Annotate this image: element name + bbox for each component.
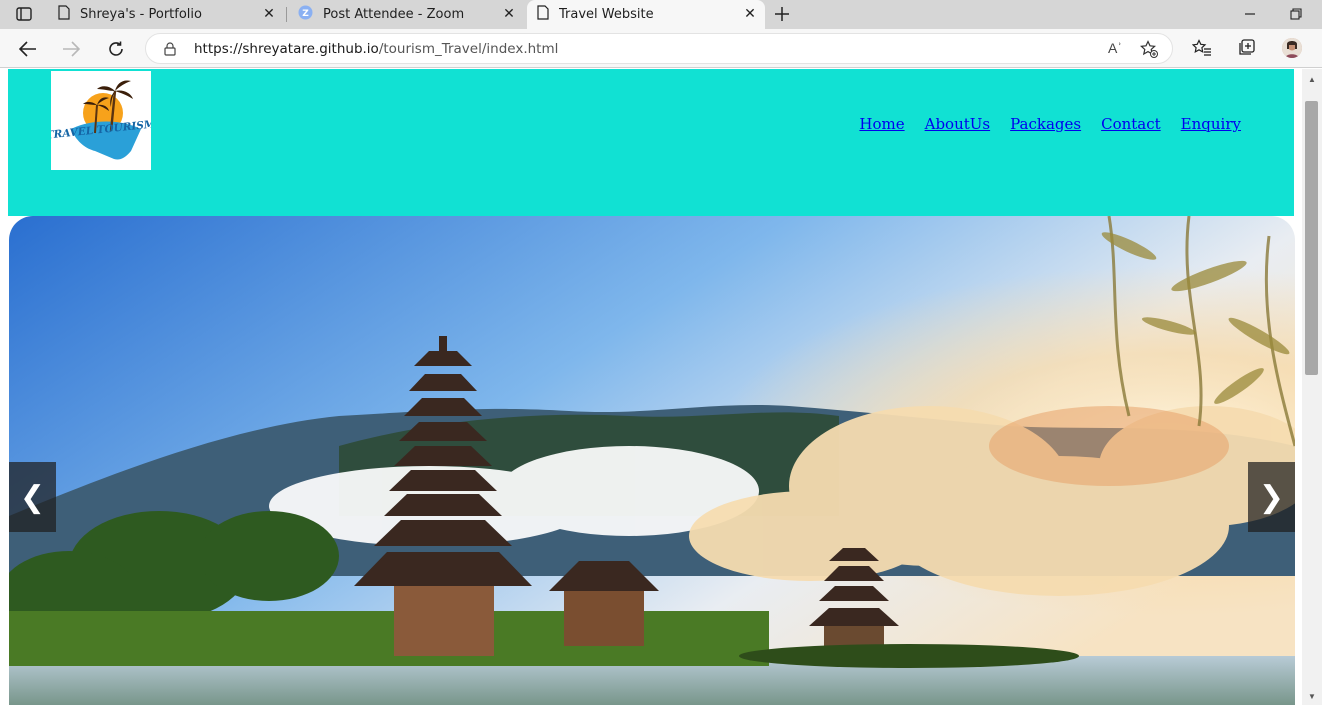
scroll-up-icon[interactable]: ▲ — [1308, 75, 1316, 84]
close-icon[interactable]: ✕ — [262, 6, 276, 22]
nav-link-contact[interactable]: Contact — [1101, 115, 1161, 133]
main-nav: Home AboutUs Packages Contact Enquiry — [859, 115, 1241, 133]
nav-link-packages[interactable]: Packages — [1010, 115, 1081, 133]
favorites-icon[interactable] — [1191, 37, 1213, 59]
tab-bar: Shreya's - Portfolio ✕ Z Post Attendee -… — [0, 0, 1322, 29]
lock-icon[interactable] — [164, 42, 176, 61]
slider-prev-button[interactable]: ❮ — [9, 462, 56, 532]
tab-separator — [286, 7, 287, 22]
nav-link-enquiry[interactable]: Enquiry — [1181, 115, 1241, 133]
url-path: /tourism_Travel/index.html — [378, 41, 559, 57]
restore-icon[interactable] — [1286, 4, 1306, 24]
slide-image-bali-temple — [9, 216, 1295, 705]
page-icon — [537, 5, 549, 24]
page-viewport: TRAVEL TOURISM Home AboutUs Packages Con… — [0, 69, 1302, 705]
zoom-icon: Z — [298, 5, 313, 24]
scroll-thumb[interactable] — [1305, 101, 1318, 375]
scroll-down-icon[interactable]: ▼ — [1308, 692, 1316, 701]
refresh-icon[interactable] — [103, 36, 129, 62]
site-logo[interactable]: TRAVEL TOURISM — [45, 71, 156, 170]
url-text[interactable]: https://shreyatare.github.io/tourism_Tra… — [194, 41, 558, 57]
vertical-scrollbar[interactable]: ▲ ▼ — [1302, 69, 1322, 705]
tab-zoom[interactable]: Z Post Attendee - Zoom ✕ — [288, 0, 524, 29]
tab-title: Travel Website — [559, 7, 654, 22]
minimize-icon[interactable] — [1240, 4, 1260, 24]
tab-title: Shreya's - Portfolio — [80, 7, 202, 22]
forward-arrow-icon[interactable] — [58, 36, 84, 62]
collections-icon[interactable] — [1235, 37, 1257, 59]
page-icon — [58, 5, 70, 24]
profile-avatar[interactable] — [1282, 38, 1302, 58]
url-host: https://shreyatare.github.io — [194, 41, 379, 57]
add-favorite-icon[interactable] — [1140, 40, 1158, 63]
tab-title: Post Attendee - Zoom — [323, 7, 465, 22]
tab-portfolio[interactable]: Shreya's - Portfolio ✕ — [48, 0, 284, 29]
nav-link-aboutus[interactable]: AboutUs — [925, 115, 991, 133]
tab-travel-website[interactable]: Travel Website ✕ — [527, 0, 765, 29]
close-icon[interactable]: ✕ — [502, 6, 516, 22]
read-aloud-icon[interactable]: Aʾ — [1108, 40, 1122, 56]
image-slider: ❮ ❯ — [9, 216, 1295, 705]
address-bar: https://shreyatare.github.io/tourism_Tra… — [0, 29, 1322, 68]
url-field[interactable]: https://shreyatare.github.io/tourism_Tra… — [145, 33, 1173, 64]
nav-link-home[interactable]: Home — [859, 115, 904, 133]
back-arrow-icon[interactable] — [15, 36, 41, 62]
new-tab-button[interactable] — [770, 3, 794, 25]
svg-text:Z: Z — [302, 9, 309, 19]
site-header: TRAVEL TOURISM Home AboutUs Packages Con… — [8, 69, 1294, 216]
tab-actions-icon[interactable] — [8, 3, 40, 25]
close-icon[interactable]: ✕ — [743, 6, 757, 22]
slider-next-button[interactable]: ❯ — [1248, 462, 1295, 532]
